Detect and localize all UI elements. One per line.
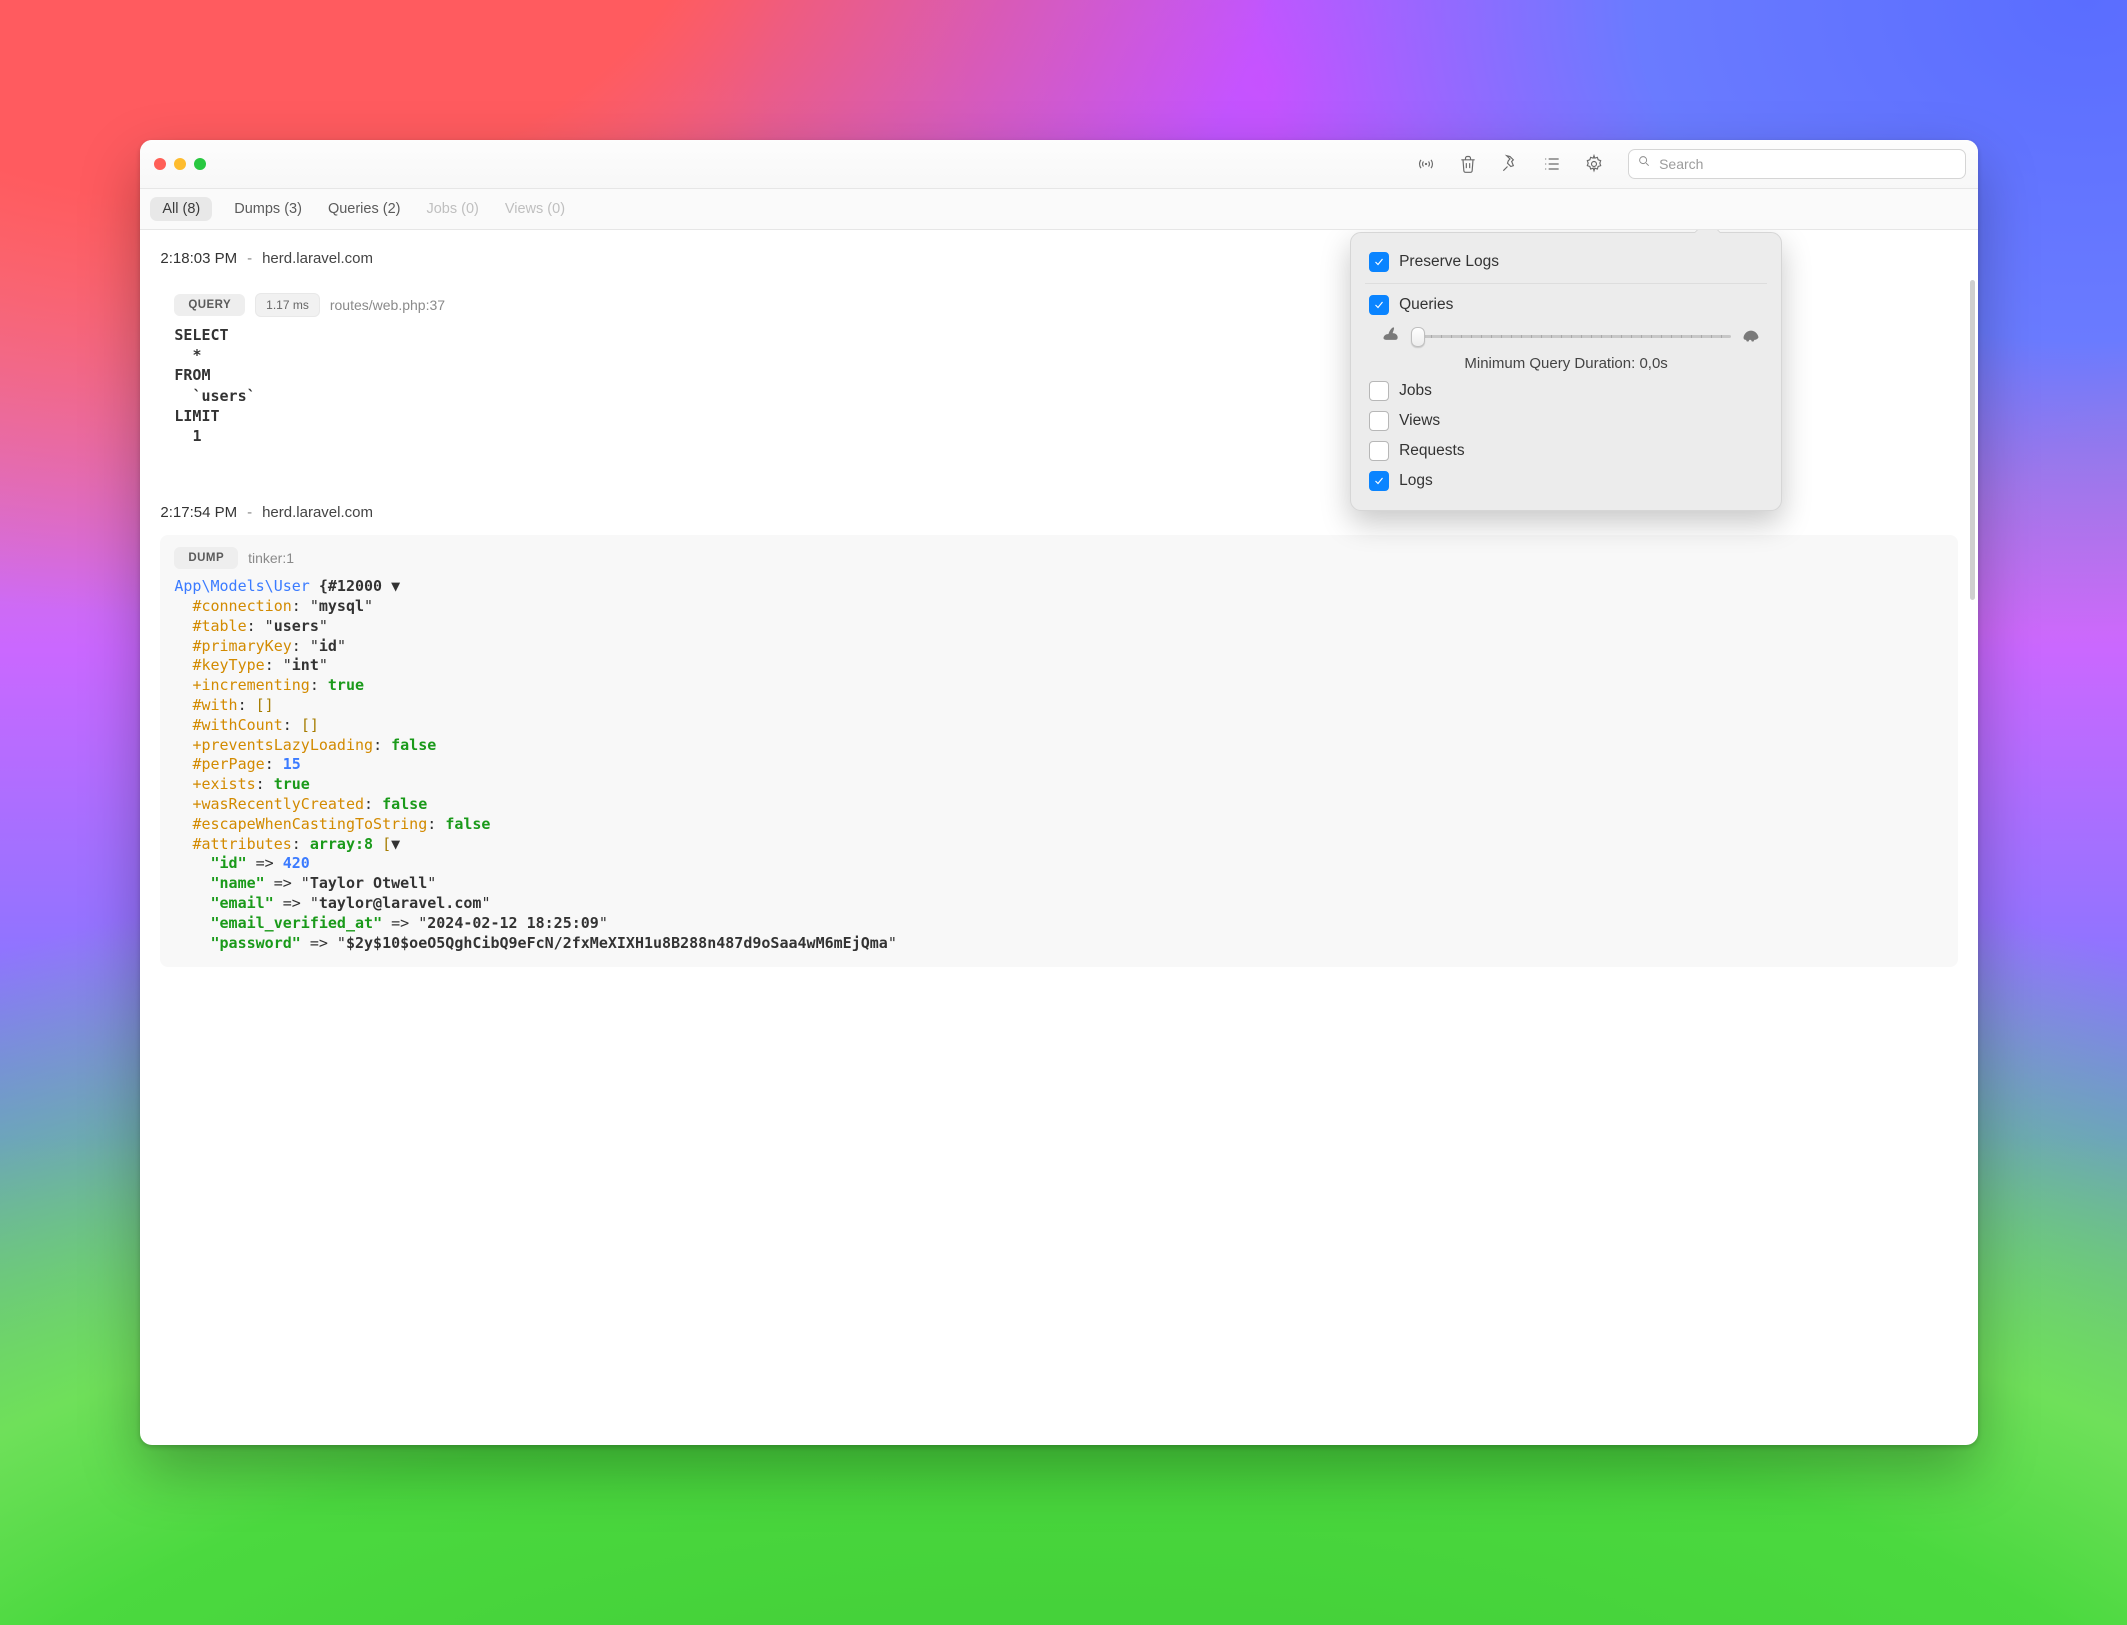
settings-popover: Preserve Logs Queries [1350, 232, 1782, 511]
toolbar [1416, 154, 1604, 174]
slider-thumb[interactable] [1411, 327, 1425, 347]
checkbox-queries[interactable] [1369, 295, 1389, 315]
scrollbar[interactable] [1970, 280, 1975, 600]
entry-card: DUMP tinker:1 App\Models\User {#12000 ▼ … [160, 535, 1958, 967]
separator: - [247, 504, 252, 521]
requests-label: Requests [1399, 442, 1464, 460]
checkbox-logs[interactable] [1369, 471, 1389, 491]
queries-label: Queries [1399, 296, 1453, 314]
search-icon [1637, 154, 1651, 173]
preserve-logs-row[interactable]: Preserve Logs [1369, 247, 1763, 277]
jobs-row[interactable]: Jobs [1369, 376, 1763, 406]
tab-views[interactable]: Views (0) [501, 197, 569, 221]
entry-time: 2:17:54 PM [160, 504, 237, 521]
minimize-window-button[interactable] [174, 158, 186, 170]
checkbox-preserve-logs[interactable] [1369, 252, 1389, 272]
logs-label: Logs [1399, 472, 1433, 490]
logs-row[interactable]: Logs [1369, 466, 1763, 496]
pin-icon[interactable] [1500, 154, 1520, 174]
queries-row[interactable]: Queries [1369, 290, 1763, 320]
duration-pill: 1.17 ms [255, 293, 320, 317]
filter-tabs: All (8) Dumps (3) Queries (2) Jobs (0) V… [140, 189, 1978, 230]
trash-icon[interactable] [1458, 154, 1478, 174]
tab-all[interactable]: All (8) [150, 197, 212, 221]
separator: - [247, 250, 252, 267]
turtle-icon [1741, 326, 1761, 347]
requests-row[interactable]: Requests [1369, 436, 1763, 466]
source-label: routes/web.php:37 [330, 297, 445, 313]
list-icon[interactable] [1542, 154, 1562, 174]
titlebar [140, 140, 1978, 189]
close-window-button[interactable] [154, 158, 166, 170]
window-controls [152, 158, 206, 170]
zoom-window-button[interactable] [194, 158, 206, 170]
duration-slider[interactable] [1411, 326, 1731, 346]
search-input[interactable] [1657, 155, 1957, 173]
slider-caption: Minimum Query Duration: 0,0s [1369, 347, 1763, 376]
views-row[interactable]: Views [1369, 406, 1763, 436]
jobs-label: Jobs [1399, 382, 1432, 400]
tab-jobs[interactable]: Jobs (0) [422, 197, 482, 221]
search-field[interactable] [1628, 149, 1966, 179]
kind-badge: DUMP [174, 547, 238, 569]
checkbox-jobs[interactable] [1369, 381, 1389, 401]
checkbox-views[interactable] [1369, 411, 1389, 431]
app-window: All (8) Dumps (3) Queries (2) Jobs (0) V… [140, 140, 1978, 1445]
log-entry: 2:17:54 PM - herd.laravel.com DUMP tinke… [140, 484, 1978, 991]
kind-badge: QUERY [174, 294, 245, 316]
duration-slider-row [1369, 320, 1763, 347]
checkbox-requests[interactable] [1369, 441, 1389, 461]
entry-host: herd.laravel.com [262, 504, 373, 521]
entry-time: 2:18:03 PM [160, 250, 237, 267]
rabbit-icon [1381, 326, 1401, 347]
views-label: Views [1399, 412, 1440, 430]
collapse-toggle[interactable]: ▼ [391, 577, 400, 595]
tab-dumps[interactable]: Dumps (3) [230, 197, 306, 221]
dump-block: App\Models\User {#12000 ▼ #connection: "… [174, 577, 1944, 953]
source-label: tinker:1 [248, 550, 294, 566]
tab-queries[interactable]: Queries (2) [324, 197, 405, 221]
preserve-logs-label: Preserve Logs [1399, 253, 1499, 271]
collapse-toggle[interactable]: ▼ [391, 835, 400, 853]
gear-icon[interactable] [1584, 154, 1604, 174]
divider [1365, 283, 1767, 284]
entry-host: herd.laravel.com [262, 250, 373, 267]
broadcast-icon[interactable] [1416, 154, 1436, 174]
